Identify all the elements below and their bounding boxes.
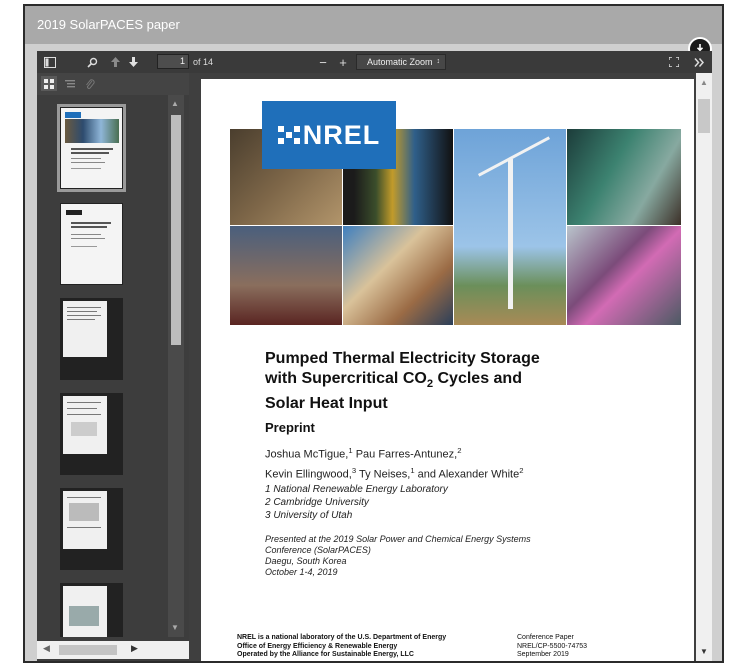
scroll-up-arrow-icon[interactable]: ▲ xyxy=(171,99,179,108)
presented-line-4: October 1-4, 2019 xyxy=(265,567,338,577)
zoom-out-button[interactable]: − xyxy=(317,54,329,70)
author-2-affil: 2 xyxy=(457,446,462,455)
footer-right-line-1: Conference Paper xyxy=(517,634,574,641)
affiliations: 1 National Renewable Energy Laboratory 2… xyxy=(265,483,448,522)
previous-page-button[interactable] xyxy=(109,54,121,70)
footer-right-line-3: September 2019 xyxy=(517,651,569,658)
presented-line-2: Conference (SolarPACES) xyxy=(265,545,371,555)
attachments-button[interactable] xyxy=(83,76,97,91)
thumbnail-page-1[interactable] xyxy=(57,104,126,192)
doc-scroll-down-arrow-icon[interactable]: ▼ xyxy=(700,647,708,656)
next-page-icon xyxy=(128,57,138,67)
sidebar-toolbar xyxy=(37,73,189,95)
thumbnail-sidebar: ▲ ▼ ◀ ▶ xyxy=(37,73,189,661)
document-scrollbar[interactable]: ▲ ▼ xyxy=(696,73,712,661)
photo-wind-turbine xyxy=(454,129,566,325)
author-list: Joshua McTigue,1 Pau Farres-Antunez,2 Ke… xyxy=(265,443,523,482)
author-2: Pau Farres-Antunez, xyxy=(352,448,458,461)
presentation-info: Presented at the 2019 Solar Power and Ch… xyxy=(265,534,531,578)
footer-left-line-3: Operated by the Alliance for Sustainable… xyxy=(237,651,414,658)
attachments-icon xyxy=(86,78,95,89)
thumbnail-list xyxy=(37,95,189,637)
more-tools-button[interactable] xyxy=(692,54,706,70)
author-line-1: Joshua McTigue,1 Pau Farres-Antunez,2 xyxy=(265,443,523,463)
author-5-affil: 2 xyxy=(519,465,524,475)
footer-left: NREL is a national laboratory of the U.S… xyxy=(237,634,446,660)
author-4: Ty Neises, xyxy=(356,468,411,481)
zoom-in-button[interactable]: + xyxy=(337,54,349,70)
photo-vehicle-team xyxy=(230,226,342,325)
outline-view-button[interactable] xyxy=(63,76,77,91)
scroll-right-arrow-icon[interactable]: ▶ xyxy=(131,643,138,654)
fullscreen-icon xyxy=(669,57,679,67)
nrel-symbol-icon xyxy=(277,126,300,144)
prev-page-icon xyxy=(110,57,120,67)
document-viewer: NREL Pumped Thermal Electricity Storage … xyxy=(189,73,712,661)
title-bar: 2019 SolarPACES paper xyxy=(25,6,722,44)
title-line-2a: with Supercritical CO xyxy=(265,370,427,387)
page-count: of 14 xyxy=(193,57,214,67)
preprint-label: Preprint xyxy=(265,420,315,435)
thumbnail-page-2[interactable] xyxy=(60,203,123,285)
more-tools-icon xyxy=(694,57,704,67)
thumbnail-page-3[interactable] xyxy=(60,298,123,380)
pdf-page-1: NREL Pumped Thermal Electricity Storage … xyxy=(201,79,694,661)
fullscreen-button[interactable] xyxy=(667,54,681,70)
doc-scroll-thumb[interactable] xyxy=(698,99,710,133)
nrel-logo: NREL xyxy=(262,101,396,169)
search-icon xyxy=(86,57,97,68)
thumbnail-page-4[interactable] xyxy=(60,393,123,475)
page-number-input[interactable]: 1 xyxy=(157,54,189,69)
thumbnail-page-6[interactable] xyxy=(60,583,123,637)
title-line-2b: Cycles and xyxy=(433,370,522,387)
window-title: 2019 SolarPACES paper xyxy=(37,17,180,32)
author-line-2: Kevin Ellingwood,3 Ty Neises,1 and Alexa… xyxy=(265,463,523,483)
thumbnail-view-button[interactable] xyxy=(41,76,57,91)
photo-lab-scientist xyxy=(567,129,681,225)
presented-line-1: Presented at the 2019 Solar Power and Ch… xyxy=(265,534,531,544)
thumbnail-view-icon xyxy=(44,78,54,89)
affiliation-3: 3 University of Utah xyxy=(265,510,353,521)
scroll-left-arrow-icon[interactable]: ◀ xyxy=(43,643,50,654)
thumbnail-page-5[interactable] xyxy=(60,488,123,570)
scroll-thumb[interactable] xyxy=(171,115,181,345)
footer-left-line-2: Office of Energy Efficiency & Renewable … xyxy=(237,642,398,650)
thumbnail-hscrollbar[interactable]: ◀ ▶ xyxy=(37,641,189,659)
pdf-viewer-window: 2019 SolarPACES paper 1 of 14 − + Automa… xyxy=(23,4,724,663)
chevron-updown-icon: ↕ xyxy=(436,58,441,65)
document-title: Pumped Thermal Electricity Storage with … xyxy=(265,349,625,414)
sidebar-toggle-icon xyxy=(44,56,56,68)
presented-line-3: Daegu, South Korea xyxy=(265,556,347,566)
photo-equipment-engineer xyxy=(567,226,681,325)
footer-left-line-1: NREL is a national laboratory of the U.S… xyxy=(237,634,447,641)
pdf-toolbar: 1 of 14 − + Automatic Zoom ↕ xyxy=(37,51,712,73)
photo-researchers-selfie xyxy=(343,226,453,325)
title-line-1: Pumped Thermal Electricity Storage xyxy=(265,350,540,367)
scroll-down-arrow-icon[interactable]: ▼ xyxy=(171,623,179,632)
thumbnail-scrollbar[interactable]: ▲ ▼ xyxy=(168,95,184,637)
affiliation-2: 2 Cambridge University xyxy=(265,497,369,508)
zoom-select[interactable]: Automatic Zoom ↕ xyxy=(356,54,446,70)
author-1: Joshua McTigue, xyxy=(265,448,349,461)
author-3: Kevin Ellingwood, xyxy=(265,468,352,481)
author-5: and Alexander White xyxy=(414,468,520,481)
sidebar-toggle-button[interactable] xyxy=(43,54,57,70)
doc-scroll-up-arrow-icon[interactable]: ▲ xyxy=(700,78,708,87)
title-line-2: with Supercritical CO2 Cycles and xyxy=(265,369,625,394)
nrel-logo-text: NREL xyxy=(302,119,381,150)
footer-right: Conference Paper NREL/CP-5500-74753 Sept… xyxy=(517,634,587,660)
title-line-3: Solar Heat Input xyxy=(265,395,388,413)
hscroll-thumb[interactable] xyxy=(59,645,117,655)
next-page-button[interactable] xyxy=(127,54,139,70)
zoom-value: Automatic Zoom xyxy=(367,57,433,67)
footer-right-line-2: NREL/CP-5500-74753 xyxy=(517,642,588,650)
affiliation-1: 1 National Renewable Energy Laboratory xyxy=(265,484,448,495)
outline-view-icon xyxy=(65,79,75,87)
search-button[interactable] xyxy=(85,54,99,70)
